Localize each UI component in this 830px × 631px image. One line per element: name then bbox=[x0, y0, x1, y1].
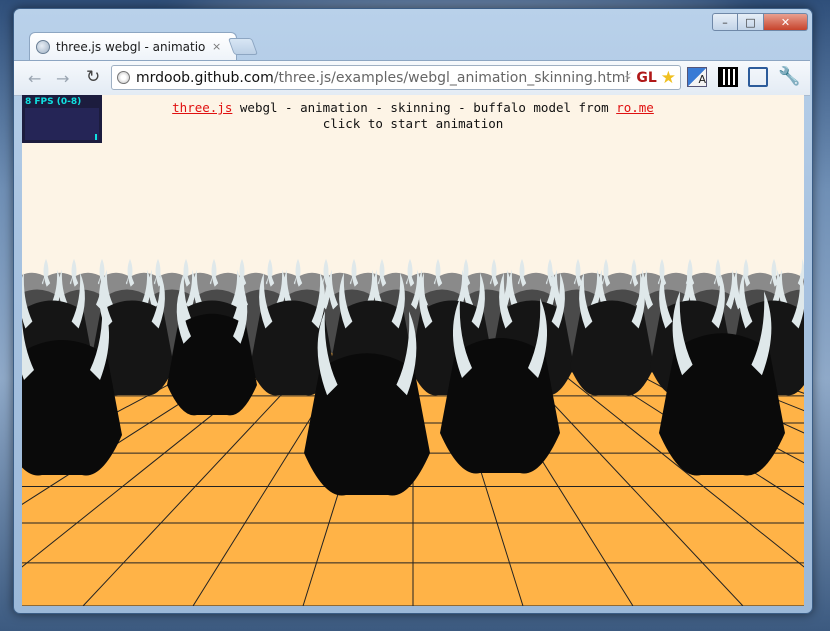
maximize-button[interactable]: □ bbox=[738, 13, 764, 31]
info-line-2: click to start animation bbox=[322, 116, 504, 131]
reload-button[interactable]: ↻ bbox=[86, 67, 100, 87]
page-content[interactable]: 8 FPS (0-8) three.js webgl - animation -… bbox=[22, 95, 804, 606]
url-host: mrdoob.github.com bbox=[136, 69, 274, 86]
info-line-1: three.js webgl - animation - skinning - … bbox=[22, 100, 804, 116]
lightning-icon[interactable]: ⚡ bbox=[623, 71, 632, 86]
rome-link[interactable]: ro.me bbox=[616, 100, 654, 115]
info-description: webgl - animation - skinning - buffalo m… bbox=[232, 100, 617, 115]
close-button[interactable]: ✕ bbox=[764, 13, 808, 31]
page-icon bbox=[117, 71, 130, 84]
browser-toolbar: ← → ↻ mrdoob.github.com/three.js/example… bbox=[14, 60, 810, 96]
qr-code-icon[interactable] bbox=[718, 67, 738, 87]
url-path: /three.js/examples/webgl_animation_skinn… bbox=[273, 69, 630, 86]
wrench-icon[interactable]: 🔧 bbox=[778, 66, 800, 87]
minimize-button[interactable]: – bbox=[712, 13, 738, 31]
tab-title: three.js webgl - animation - bbox=[56, 39, 206, 54]
window-controls: – □ ✕ bbox=[712, 13, 808, 31]
tab-three-js[interactable]: three.js webgl - animation - × bbox=[29, 32, 237, 60]
forward-button[interactable]: → bbox=[56, 69, 69, 88]
fullscreen-icon[interactable] bbox=[748, 67, 768, 87]
back-button[interactable]: ← bbox=[28, 69, 41, 88]
address-bar[interactable]: mrdoob.github.com/three.js/examples/webg… bbox=[111, 65, 681, 90]
webgl-canvas[interactable] bbox=[22, 95, 804, 606]
info-text: three.js webgl - animation - skinning - … bbox=[22, 100, 804, 132]
gl-badge[interactable]: GL bbox=[636, 70, 656, 86]
browser-window: three.js webgl - animation - × – □ ✕ ← →… bbox=[13, 8, 813, 614]
url-text: mrdoob.github.com/three.js/examples/webg… bbox=[136, 70, 629, 86]
globe-icon bbox=[36, 39, 50, 54]
translate-icon[interactable]: A bbox=[687, 67, 707, 87]
fps-bar bbox=[95, 134, 97, 140]
tab-close-icon[interactable]: × bbox=[212, 40, 221, 53]
threejs-link[interactable]: three.js bbox=[172, 100, 232, 115]
new-tab-button[interactable] bbox=[227, 38, 259, 55]
star-icon[interactable]: ★ bbox=[661, 68, 676, 88]
